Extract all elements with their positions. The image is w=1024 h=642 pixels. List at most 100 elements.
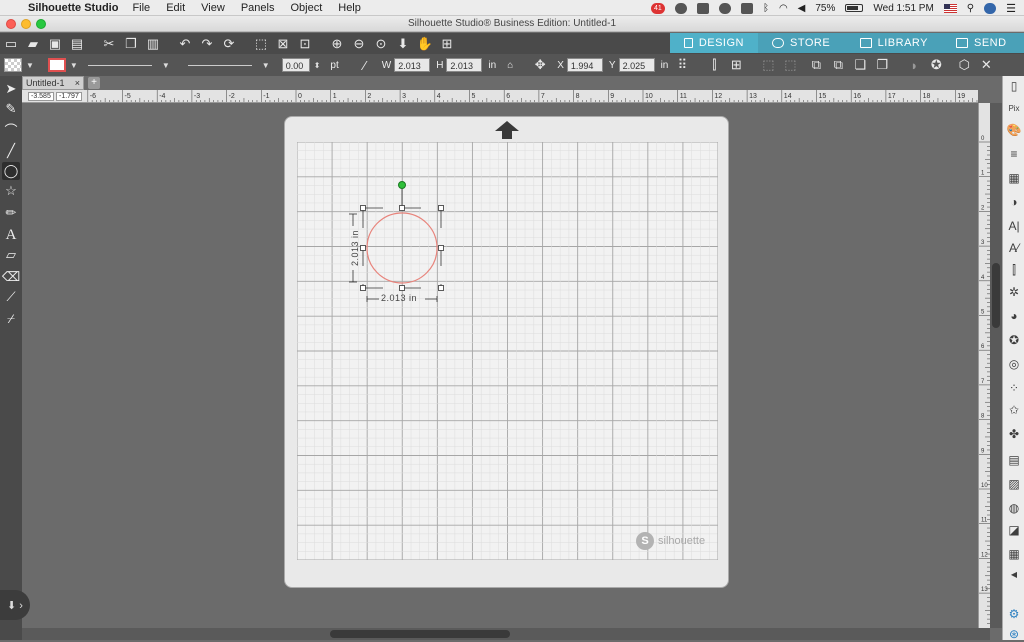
display-icon[interactable]: [740, 2, 753, 14]
bluetooth-icon[interactable]: ᛒ: [763, 3, 769, 14]
line-color-swatch[interactable]: [47, 58, 66, 72]
layers-icon[interactable]: ▤: [1006, 452, 1022, 468]
reference-point-grid-icon[interactable]: ⠿: [673, 57, 691, 73]
selection-overlay[interactable]: [345, 178, 465, 308]
tab-store[interactable]: STORE: [758, 33, 846, 53]
tab-design[interactable]: DESIGN: [670, 33, 758, 53]
zoom-out-icon[interactable]: ⊖: [350, 36, 368, 52]
pencil-tool-icon[interactable]: ✏: [2, 204, 20, 222]
warp-icon[interactable]: ▦: [1006, 546, 1022, 562]
wifi-icon[interactable]: ◠: [779, 3, 788, 14]
x-position-input[interactable]: 1.994: [566, 58, 603, 72]
fill-pattern-icon[interactable]: ▦: [1006, 170, 1022, 186]
ellipse-tool-icon[interactable]: ◯: [2, 162, 20, 180]
offset-icon[interactable]: ✪: [1006, 332, 1022, 348]
menu-object[interactable]: Object: [290, 2, 322, 14]
print-icon[interactable]: ▤: [68, 36, 86, 52]
select-group-icon[interactable]: ⊡: [296, 36, 314, 52]
nesting-icon[interactable]: ✤: [1006, 426, 1022, 442]
weld-icon[interactable]: ◗: [905, 57, 923, 73]
replicate-icon[interactable]: ✲: [1006, 284, 1022, 300]
fill-color-swatch[interactable]: [4, 58, 22, 72]
notification-center-icon[interactable]: ☰: [1006, 2, 1016, 15]
tab-send[interactable]: SEND: [942, 33, 1024, 53]
clock[interactable]: Wed 1:51 PM: [873, 3, 933, 14]
delete-icon[interactable]: ✕: [977, 57, 995, 73]
copy-icon[interactable]: ❐: [122, 36, 140, 52]
rotate-handle[interactable]: [398, 181, 406, 189]
transparency-icon[interactable]: ◑: [1006, 194, 1022, 210]
pan-hand-icon[interactable]: ✋: [416, 36, 434, 52]
fit-to-page-icon[interactable]: ⊞: [438, 36, 456, 52]
knife-panel-icon[interactable]: ▨: [1006, 476, 1022, 492]
horizontal-scrollbar[interactable]: [22, 628, 990, 640]
select-all-icon[interactable]: ⬚: [252, 36, 270, 52]
document-tab-close-icon[interactable]: ×: [75, 77, 80, 89]
fill-tool-icon[interactable]: ▱: [2, 246, 20, 264]
move-icon[interactable]: ✥: [531, 57, 549, 73]
select-tool-icon[interactable]: ➤: [2, 80, 20, 98]
tab-library[interactable]: LIBRARY: [846, 33, 942, 53]
vertical-scrollbar-thumb[interactable]: [992, 263, 1000, 328]
knife-tool-icon[interactable]: ⟋: [2, 288, 20, 306]
fill-palette-icon[interactable]: 🎨: [1006, 122, 1022, 138]
line-join-select[interactable]: [187, 64, 252, 66]
send-to-back-icon[interactable]: ❐: [873, 57, 891, 73]
scale-handles[interactable]: [360, 205, 444, 291]
spotlight-search-icon[interactable]: ⚲: [967, 3, 974, 14]
line-width-stepper-icon[interactable]: ⬍: [314, 61, 321, 70]
more-panels-icon[interactable]: ◀: [1006, 566, 1022, 582]
window-close-button[interactable]: [6, 19, 16, 29]
app-menu[interactable]: Silhouette Studio: [28, 2, 118, 14]
zoom-fit-icon[interactable]: ⊙: [372, 36, 390, 52]
pixscan-icon[interactable]: Pix: [1006, 100, 1022, 116]
selected-circle[interactable]: [366, 212, 438, 284]
group-icon[interactable]: ⬚: [759, 57, 777, 73]
window-minimize-button[interactable]: [21, 19, 31, 29]
flag-icon[interactable]: [943, 3, 957, 13]
width-input[interactable]: 2.013: [394, 58, 431, 72]
make-compound-path-icon[interactable]: ⧉: [807, 57, 825, 73]
point-edit-tool-icon[interactable]: ✎: [2, 100, 20, 118]
sketch-icon[interactable]: ⁘: [1006, 380, 1022, 396]
preferences-gear-icon[interactable]: ⚙: [1006, 606, 1022, 622]
line-tool-icon[interactable]: ╱: [2, 142, 20, 160]
library-drawer-toggle[interactable]: ⬇ ›: [0, 590, 30, 620]
cut-icon[interactable]: ✂: [100, 36, 118, 52]
app-status-icon[interactable]: [696, 2, 709, 14]
line-color-dropdown-icon[interactable]: ▼: [70, 61, 78, 70]
save-icon[interactable]: ▣: [46, 36, 64, 52]
vertical-scrollbar[interactable]: [990, 103, 1002, 628]
curve-tool-icon[interactable]: ⌒: [2, 120, 20, 138]
drag-zoom-icon[interactable]: ⬇: [394, 36, 412, 52]
release-compound-path-icon[interactable]: ⧉: [829, 57, 847, 73]
height-input[interactable]: 2.013: [446, 58, 483, 72]
undo-icon[interactable]: ↶: [176, 36, 194, 52]
deselect-icon[interactable]: ⊠: [274, 36, 292, 52]
rhinestone-icon[interactable]: ✩: [1006, 402, 1022, 418]
zoom-in-icon[interactable]: ⊕: [328, 36, 346, 52]
ungroup-icon[interactable]: ⬚: [781, 57, 799, 73]
creative-cloud-icon[interactable]: [718, 2, 731, 14]
horizontal-scrollbar-thumb[interactable]: [330, 630, 510, 638]
menu-help[interactable]: Help: [338, 2, 361, 14]
library-globe-icon[interactable]: ◍: [1006, 500, 1022, 516]
line-width-input[interactable]: 0.00: [281, 58, 310, 72]
line-style-select[interactable]: [87, 64, 152, 66]
menu-panels[interactable]: Panels: [241, 2, 275, 14]
redraw-icon[interactable]: ⟳: [220, 36, 238, 52]
eraser-tool-icon[interactable]: ⌫: [2, 268, 20, 286]
page-setup-icon[interactable]: ▯: [1006, 78, 1022, 94]
align-icon[interactable]: ⫿: [705, 57, 723, 73]
vertical-ruler[interactable]: 0 1 2 3 4 5 6 7 8 9 10 11 12 13: [978, 103, 990, 628]
document-tab[interactable]: Untitled-1 ×: [22, 76, 84, 90]
menu-view[interactable]: View: [201, 2, 225, 14]
eyedropper-tool-icon[interactable]: ⌿: [2, 310, 20, 328]
line-join-dropdown-icon[interactable]: ▼: [262, 61, 270, 70]
battery-percent[interactable]: 75%: [815, 3, 835, 14]
print-cut-icon[interactable]: ◪: [1006, 522, 1022, 538]
user-avatar-icon[interactable]: [984, 2, 997, 14]
settings-icon[interactable]: [674, 2, 687, 14]
new-document-icon[interactable]: ▭: [2, 36, 20, 52]
window-zoom-button[interactable]: [36, 19, 46, 29]
